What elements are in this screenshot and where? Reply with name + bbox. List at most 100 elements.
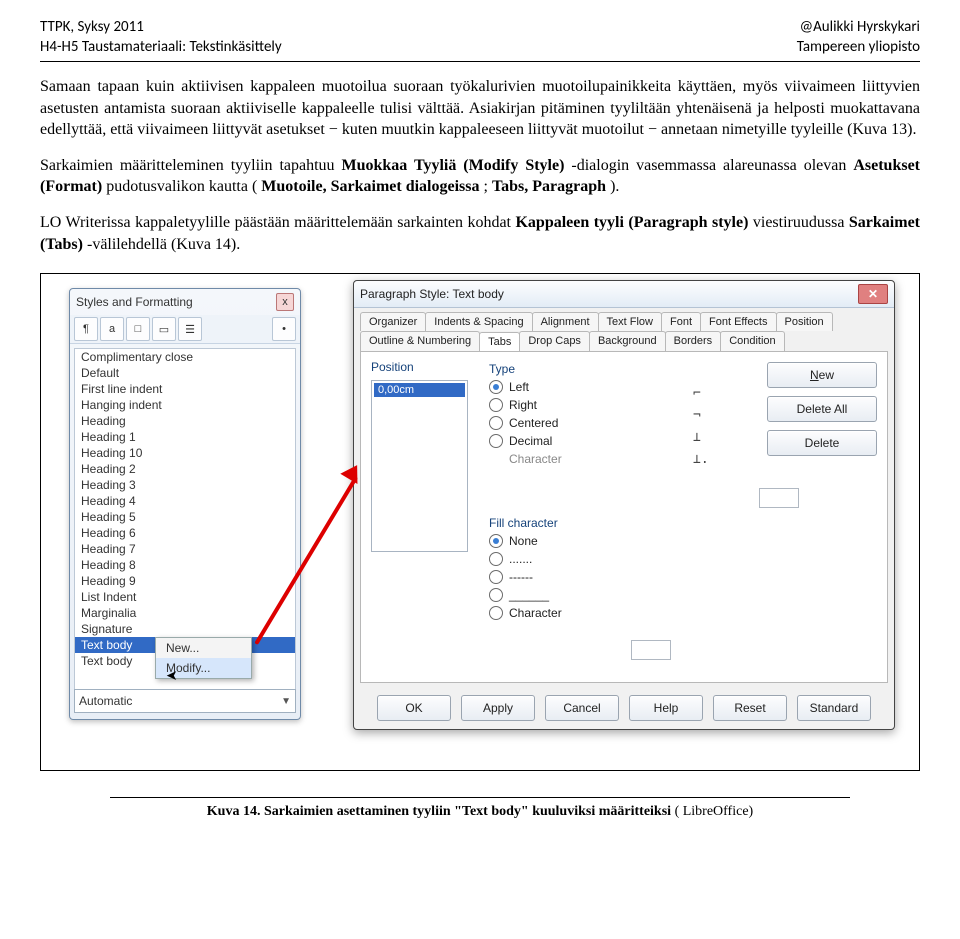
- new-button[interactable]: New: [767, 362, 877, 388]
- caption-bold: Kuva 14. Sarkaimien asettaminen tyyliin …: [207, 804, 675, 819]
- sf-toolbar: ¶ a □ ▭ ☰ •: [70, 315, 300, 344]
- ps-type-right-label: Right: [509, 398, 537, 412]
- sf-tool-list-icon[interactable]: ☰: [178, 317, 202, 341]
- header-subtitle: H4-H5 Taustamateriaali: Tekstinkäsittely: [40, 38, 282, 58]
- tab-font[interactable]: Font: [661, 312, 701, 331]
- tab-tabs[interactable]: Tabs: [479, 332, 520, 352]
- figure-caption: Kuva 14. Sarkaimien asettaminen tyyliin …: [40, 804, 920, 820]
- tab-text-flow[interactable]: Text Flow: [598, 312, 662, 331]
- ps-fill-none[interactable]: None: [489, 534, 709, 548]
- ps-position-value[interactable]: 0,00cm: [374, 383, 465, 397]
- tab-borders[interactable]: Borders: [665, 331, 722, 351]
- ctx-new[interactable]: New...: [156, 638, 251, 658]
- paragraph-1: Samaan tapaan kuin aktiivisen kappaleen …: [40, 76, 920, 141]
- p2-text5: ).: [610, 178, 619, 195]
- tab-background[interactable]: Background: [589, 331, 666, 351]
- ps-fill-character-input[interactable]: [631, 640, 671, 660]
- sf-style-item[interactable]: First line indent: [75, 381, 295, 397]
- ps-type-right[interactable]: Right: [489, 398, 679, 412]
- p3-text3: -välilehdellä (Kuva 14).: [87, 236, 240, 253]
- ps-window-buttons: ✕: [858, 284, 888, 304]
- close-icon[interactable]: ✕: [858, 284, 888, 304]
- sf-style-item[interactable]: Heading: [75, 413, 295, 429]
- p2-text2: -dialogin vasemmassa alareunassa olevan: [571, 157, 853, 174]
- sf-tool-frame-icon[interactable]: □: [126, 317, 150, 341]
- tab-drop-caps[interactable]: Drop Caps: [519, 331, 590, 351]
- sf-tool-page-icon[interactable]: ▭: [152, 317, 176, 341]
- sf-style-item[interactable]: List Indent: [75, 589, 295, 605]
- sf-filter-combo[interactable]: Automatic ▼: [74, 689, 296, 713]
- ps-side-buttons: New Delete All Delete: [767, 362, 877, 456]
- sf-style-item[interactable]: Heading 9: [75, 573, 295, 589]
- ps-type-character-label: Character: [509, 452, 679, 466]
- ps-fill-group: Fill character None ....... ------ _____…: [489, 516, 709, 624]
- radio-icon: [489, 552, 503, 566]
- header-university: Tampereen yliopisto: [797, 38, 920, 58]
- reset-button[interactable]: Reset: [713, 695, 787, 721]
- p2-text4: ;: [484, 178, 492, 195]
- sf-style-item[interactable]: Heading 4: [75, 493, 295, 509]
- ps-position-label: Position: [371, 360, 414, 374]
- help-button[interactable]: Help: [629, 695, 703, 721]
- ps-fill-dashes-label: ------: [509, 570, 533, 584]
- ps-tabs: OrganizerIndents & SpacingAlignmentText …: [354, 308, 894, 351]
- cancel-button[interactable]: Cancel: [545, 695, 619, 721]
- styles-formatting-panel: Styles and Formatting x ¶ a □ ▭ ☰ • Comp…: [69, 288, 301, 720]
- ps-fill-character-label: Character: [509, 606, 562, 620]
- ps-type-character-input[interactable]: [759, 488, 799, 508]
- ps-titlebar[interactable]: Paragraph Style: Text body ✕: [354, 281, 894, 308]
- tab-alignment[interactable]: Alignment: [532, 312, 599, 331]
- ps-type-centered-label: Centered: [509, 416, 558, 430]
- tab-condition[interactable]: Condition: [720, 331, 784, 351]
- radio-icon: [489, 434, 503, 448]
- tab-position[interactable]: Position: [776, 312, 833, 331]
- ps-fill-unders[interactable]: ______: [489, 588, 709, 602]
- ps-fill-dashes[interactable]: ------: [489, 570, 709, 584]
- tabstop-right-icon: ¬: [693, 404, 721, 426]
- sf-style-item[interactable]: Hanging indent: [75, 397, 295, 413]
- sf-filter-value: Automatic: [79, 694, 132, 708]
- sf-style-item[interactable]: Default: [75, 365, 295, 381]
- radio-selected-icon: [489, 380, 503, 394]
- header-author: @Aulikki Hyrskykari: [797, 18, 920, 38]
- cursor-icon: ➤: [166, 667, 178, 684]
- sf-style-item[interactable]: Heading 5: [75, 509, 295, 525]
- sf-tool-paragraph-icon[interactable]: ¶: [74, 317, 98, 341]
- sf-style-item[interactable]: Heading 7: [75, 541, 295, 557]
- ps-fill-character[interactable]: Character: [489, 606, 709, 620]
- sf-style-item[interactable]: Marginalia: [75, 605, 295, 621]
- ps-fill-dots[interactable]: .......: [489, 552, 709, 566]
- apply-button[interactable]: Apply: [461, 695, 535, 721]
- ps-tabrow-1: OrganizerIndents & SpacingAlignmentText …: [360, 312, 888, 331]
- sf-style-item[interactable]: Complimentary close: [75, 349, 295, 365]
- sf-style-item[interactable]: Heading 10: [75, 445, 295, 461]
- tab-indents-spacing[interactable]: Indents & Spacing: [425, 312, 532, 331]
- ps-position-list[interactable]: 0,00cm: [371, 380, 468, 552]
- document-page: TTPK, Syksy 2011 H4-H5 Taustamateriaali:…: [0, 0, 960, 850]
- ps-type-left[interactable]: Left: [489, 380, 679, 394]
- sf-style-item[interactable]: Heading 1: [75, 429, 295, 445]
- standard-button[interactable]: Standard: [797, 695, 871, 721]
- delete-all-button[interactable]: Delete All: [767, 396, 877, 422]
- radio-icon: [489, 416, 503, 430]
- chevron-down-icon: ▼: [281, 696, 291, 707]
- delete-button[interactable]: Delete: [767, 430, 877, 456]
- radio-icon: [489, 588, 503, 602]
- p2-bold4: Tabs, Paragraph: [492, 178, 606, 195]
- tab-outline-numbering[interactable]: Outline & Numbering: [360, 331, 480, 351]
- ps-type-centered[interactable]: Centered: [489, 416, 679, 430]
- sf-tool-fill-icon[interactable]: •: [272, 317, 296, 341]
- sf-style-item[interactable]: Heading 3: [75, 477, 295, 493]
- sf-tool-character-icon[interactable]: a: [100, 317, 124, 341]
- sf-titlebar[interactable]: Styles and Formatting x: [70, 289, 300, 315]
- ps-fill-dots-label: .......: [509, 552, 532, 566]
- tab-font-effects[interactable]: Font Effects: [700, 312, 777, 331]
- sf-style-item[interactable]: Heading 8: [75, 557, 295, 573]
- ok-button[interactable]: OK: [377, 695, 451, 721]
- ps-type-decimal[interactable]: Decimal: [489, 434, 679, 448]
- sf-style-item[interactable]: Heading 2: [75, 461, 295, 477]
- close-icon[interactable]: x: [276, 293, 294, 311]
- tab-organizer[interactable]: Organizer: [360, 312, 426, 331]
- sf-style-item[interactable]: Heading 6: [75, 525, 295, 541]
- p3-bold1: Kappaleen tyyli (Paragraph style): [515, 214, 748, 231]
